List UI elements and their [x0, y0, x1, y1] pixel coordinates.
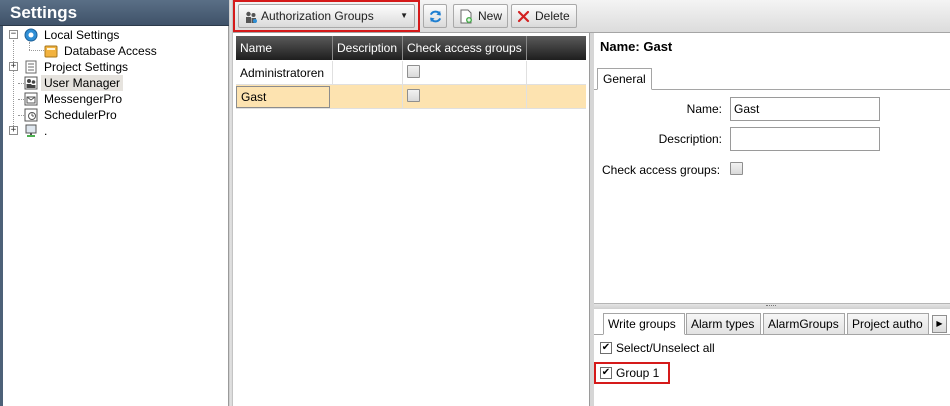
- tree-item-schedulerpro[interactable]: SchedulerPro: [8, 107, 208, 123]
- expand-icon[interactable]: +: [9, 126, 18, 135]
- tree-label: User Manager: [41, 75, 124, 91]
- tree-label: Local Settings: [44, 28, 120, 42]
- database-icon: [44, 45, 58, 58]
- table-row[interactable]: Administratoren: [236, 61, 586, 85]
- users-icon: [246, 11, 257, 23]
- scheduler-icon: [24, 108, 38, 122]
- tab-alarm-types[interactable]: Alarm types: [686, 313, 761, 335]
- group-item[interactable]: ✔ Group 1: [600, 366, 670, 382]
- column-header-check-access[interactable]: Check access groups: [403, 36, 527, 60]
- tab-alarmgroups[interactable]: AlarmGroups: [763, 313, 845, 335]
- select-all-row[interactable]: ✔ Select/Unselect all: [600, 341, 740, 357]
- document-icon: [25, 60, 37, 74]
- check-access-checkbox[interactable]: [407, 65, 420, 78]
- table-row-selected[interactable]: Gast: [236, 85, 586, 109]
- grid-header: Name Description Check access groups: [236, 36, 586, 60]
- tree-item-database-access[interactable]: Database Access: [44, 43, 214, 59]
- new-button[interactable]: New: [453, 4, 508, 28]
- computer-icon: [25, 124, 37, 137]
- group-label: Group 1: [616, 366, 660, 380]
- tab-project-authorizations[interactable]: Project autho: [847, 313, 929, 335]
- messenger-icon: [24, 92, 38, 106]
- tree-label: MessengerPro: [44, 92, 123, 106]
- cell-name[interactable]: Administratoren: [236, 61, 333, 85]
- panel-edge: [0, 26, 3, 406]
- delete-button[interactable]: Delete: [511, 4, 577, 28]
- gear-icon: [24, 28, 38, 42]
- detail-tabbar: General: [594, 66, 950, 90]
- new-button-label: New: [478, 9, 503, 23]
- delete-button-label: Delete: [535, 9, 570, 23]
- description-label: Description:: [658, 132, 722, 146]
- tab-scroll-right-icon[interactable]: ▶: [932, 315, 947, 333]
- cell-check-access[interactable]: [403, 85, 527, 109]
- group-checkbox[interactable]: ✔: [600, 367, 612, 379]
- settings-tree-panel: Settings − Local Settings Database Acces…: [0, 0, 229, 406]
- tree-item-computer[interactable]: + .: [8, 123, 208, 139]
- select-all-checkbox[interactable]: ✔: [600, 342, 612, 354]
- grip-icon: [766, 305, 776, 307]
- name-field[interactable]: Gast: [730, 97, 880, 121]
- permissions-panel: Write groups Alarm types AlarmGroups Pro…: [594, 309, 950, 406]
- tree-label: Project Settings: [44, 60, 129, 74]
- tree-connector: [29, 42, 30, 50]
- settings-title: Settings: [10, 3, 78, 22]
- tree-label: .: [44, 124, 48, 138]
- check-access-groups-checkbox[interactable]: [730, 162, 743, 175]
- cell-description[interactable]: [333, 85, 403, 109]
- refresh-button[interactable]: [423, 4, 447, 28]
- cell-description[interactable]: [333, 61, 403, 85]
- tab-general[interactable]: General: [597, 68, 652, 90]
- delete-icon: [517, 10, 530, 23]
- tree-label: SchedulerPro: [44, 108, 117, 122]
- authorization-groups-dropdown[interactable]: Authorization Groups ▼: [238, 4, 415, 28]
- toolbar: Authorization Groups ▼ New Delete: [233, 0, 950, 33]
- detail-title: Name: Gast: [600, 39, 673, 54]
- groups-grid: Name Description Check access groups Adm…: [233, 33, 590, 406]
- tree-label: Database Access: [64, 44, 157, 58]
- refresh-icon: [429, 10, 442, 23]
- name-label: Name:: [686, 102, 722, 116]
- expand-icon[interactable]: +: [9, 62, 18, 71]
- permissions-tabbar: Write groups Alarm types AlarmGroups Pro…: [594, 313, 950, 335]
- chevron-down-icon: ▼: [400, 11, 408, 20]
- new-document-icon: [460, 9, 472, 24]
- settings-header: Settings: [0, 0, 229, 26]
- collapse-icon[interactable]: −: [9, 30, 18, 39]
- tab-write-groups[interactable]: Write groups: [603, 313, 685, 335]
- tree-item-messengerpro[interactable]: MessengerPro: [8, 91, 208, 107]
- tree-item-user-manager[interactable]: User Manager: [8, 75, 208, 91]
- tree-item-project-settings[interactable]: + Project Settings: [8, 59, 208, 75]
- detail-panel: Name: Gast General Name: Gast Descriptio…: [594, 33, 950, 303]
- tree-item-local-settings[interactable]: − Local Settings: [8, 27, 208, 43]
- description-field[interactable]: [730, 127, 880, 151]
- column-header-name[interactable]: Name: [236, 36, 333, 60]
- users-icon: [24, 76, 38, 90]
- check-access-label: Check access groups:: [602, 163, 721, 177]
- tree-connector: [29, 50, 44, 51]
- dropdown-label: Authorization Groups: [261, 9, 374, 23]
- select-all-label: Select/Unselect all: [616, 341, 715, 355]
- cell-name[interactable]: Gast: [236, 86, 330, 108]
- cell-check-access[interactable]: [403, 61, 527, 85]
- column-header-description[interactable]: Description: [333, 36, 403, 60]
- check-access-checkbox[interactable]: [407, 89, 420, 102]
